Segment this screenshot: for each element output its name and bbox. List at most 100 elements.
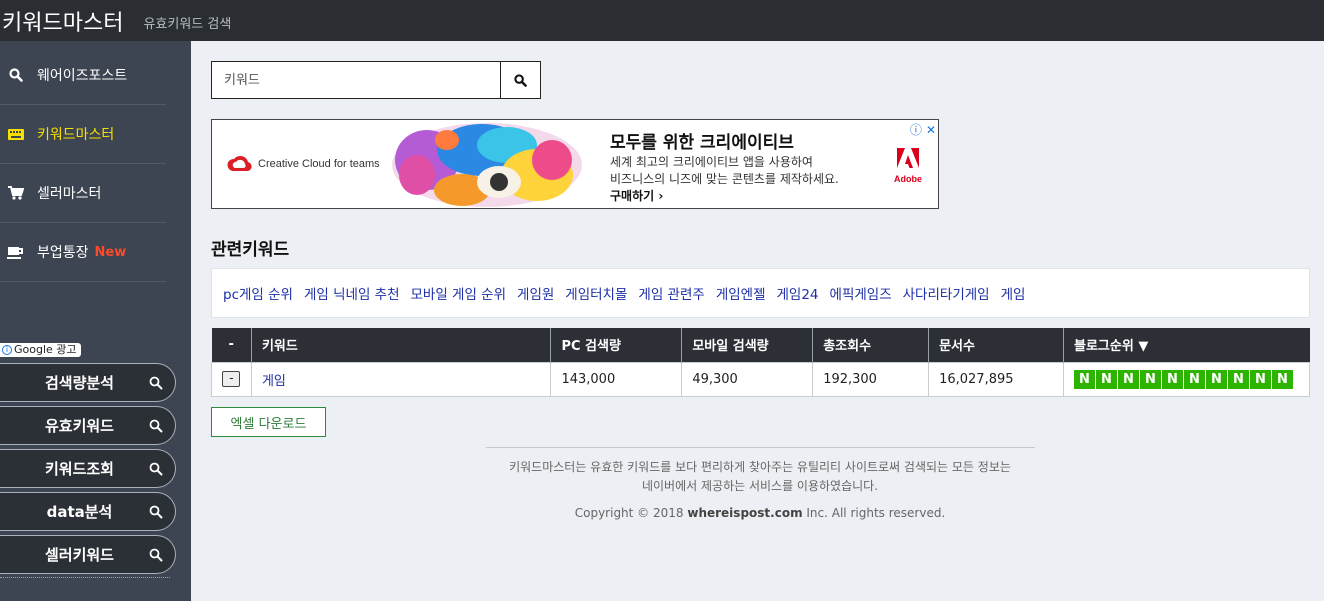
pill-label: data분석 <box>46 503 113 521</box>
pill-seller-keyword[interactable]: 셀러키워드 <box>0 535 176 574</box>
copyright-site-link[interactable]: whereispost.com <box>687 506 802 520</box>
excel-download-button[interactable]: 엑셀 다운로드 <box>211 407 326 437</box>
search-icon <box>6 68 26 82</box>
pc-volume-cell: 143,000 <box>550 361 683 397</box>
pill-data-analysis[interactable]: data분석 <box>0 492 176 531</box>
ad-body-line: 세계 최고의 크리에이티브 앱을 사용하여 <box>610 155 813 169</box>
ad-buy-link[interactable]: 구매하기 › <box>610 187 663 204</box>
column-header-blog-rank[interactable]: 블로그순위 ▼ <box>1063 328 1310 362</box>
search-button[interactable] <box>500 62 540 98</box>
blog-rank-cell: N N N N N N N N N N <box>1063 361 1310 397</box>
related-keyword-link[interactable]: 사다리타기게임 <box>903 283 990 303</box>
column-header[interactable]: PC 검색량 <box>550 328 683 362</box>
search-icon <box>149 376 163 389</box>
sidebar-item-label: 부업통장 <box>37 245 89 261</box>
footer-divider <box>486 447 1035 448</box>
pill-label: 키워드조회 <box>44 460 114 478</box>
pill-label: 검색량분석 <box>44 374 114 392</box>
sidebar: 웨어이즈포스트 키워드마스터 셀러마스터 부업통장 New i Google 광… <box>0 41 191 601</box>
blog-rank-badges: N N N N N N N N N N <box>1074 369 1309 389</box>
total-volume-cell: 192,300 <box>812 361 930 397</box>
ad-body-line: 비즈니스의 니즈에 맞는 콘텐츠를 제작하세요. <box>610 172 839 186</box>
related-keyword-link[interactable]: 게임 관련주 <box>638 283 704 303</box>
top-bar: 키워드마스터 유효키워드 검색 <box>0 0 1324 41</box>
mobile-volume-cell: 49,300 <box>681 361 814 397</box>
search-icon <box>149 462 163 475</box>
google-ad-badge[interactable]: i Google 광고 <box>0 343 81 357</box>
copyright-suffix: Inc. All rights reserved. <box>802 506 946 520</box>
creative-cloud-icon <box>227 155 252 172</box>
new-badge: New <box>94 244 127 260</box>
related-keywords-list: pc게임 순위 게임 닉네임 추천 모바일 게임 순위 게임원 게임터치몰 게임… <box>211 268 1310 318</box>
sidebar-item-label: 웨어이즈포스트 <box>37 68 128 84</box>
adobe-icon <box>897 148 919 168</box>
copyright: Copyright © 2018 whereispost.com Inc. Al… <box>440 506 1080 520</box>
column-header[interactable]: 모바일 검색량 <box>681 328 814 362</box>
keyboard-icon <box>6 128 26 140</box>
search-icon <box>149 419 163 432</box>
pill-search-volume-analysis[interactable]: 검색량분석 <box>0 363 176 402</box>
related-keyword-link[interactable]: 게임원 <box>517 283 554 303</box>
related-keyword-link[interactable]: 게임24 <box>777 283 819 303</box>
adobe-logo: Adobe <box>894 148 922 184</box>
sidebar-divider <box>0 577 170 578</box>
pill-label: 셀러키워드 <box>44 546 114 564</box>
search-icon <box>514 73 527 87</box>
related-keyword-link[interactable]: 게임터치몰 <box>565 283 627 303</box>
creative-cloud-logo: Creative Cloud for teams <box>226 154 380 174</box>
creative-cloud-text: Creative Cloud for teams <box>258 158 380 170</box>
keyword-table: - 키워드 PC 검색량 모바일 검색량 총조회수 문서수 블로그순위 ▼ - … <box>211 328 1310 397</box>
related-keyword-link[interactable]: 게임 <box>1001 283 1026 303</box>
sidebar-item-label: 셀러마스터 <box>37 186 102 202</box>
search-icon <box>149 505 163 518</box>
naver-blog-badge[interactable]: N <box>1140 369 1161 389</box>
column-header[interactable]: 문서수 <box>928 328 1064 362</box>
sidebar-item-label: 키워드마스터 <box>37 127 115 143</box>
adobe-text: Adobe <box>894 174 922 184</box>
related-keyword-link[interactable]: 게임엔젤 <box>716 283 766 303</box>
ad-choices[interactable]: ⓘ ✕ <box>910 121 936 138</box>
naver-blog-badge[interactable]: N <box>1206 369 1227 389</box>
naver-blog-badge[interactable]: N <box>1162 369 1183 389</box>
column-header[interactable]: 키워드 <box>251 328 552 362</box>
brand-title[interactable]: 키워드마스터 <box>2 5 123 37</box>
naver-blog-badge[interactable]: N <box>1074 369 1095 389</box>
copyright-prefix: Copyright © 2018 <box>574 506 688 520</box>
keyword-search-box <box>211 61 541 99</box>
related-keyword-link[interactable]: 게임 닉네임 추천 <box>304 283 400 303</box>
coffee-cup-icon <box>6 246 26 259</box>
collapse-button[interactable]: - <box>222 371 241 387</box>
close-icon[interactable]: ✕ <box>926 123 936 137</box>
footer-description: 키워드마스터는 유효한 키워드를 보다 편리하게 찾아주는 유틸리티 사이트로써… <box>440 458 1080 496</box>
ad-banner[interactable]: Creative Cloud for teams 모두를 위한 크리에이티브 세… <box>211 119 939 209</box>
sidebar-item-keywordmaster[interactable]: 키워드마스터 <box>0 105 166 164</box>
sidebar-item-side-job[interactable]: 부업통장 New <box>0 223 166 282</box>
table-cell: 게임 <box>250 361 552 397</box>
info-icon[interactable]: ⓘ <box>910 121 922 138</box>
naver-blog-badge[interactable]: N <box>1272 369 1293 389</box>
footer-line: 네이버에서 제공하는 서비스를 이용하였습니다. <box>641 479 879 493</box>
related-keyword-link[interactable]: pc게임 순위 <box>223 283 293 303</box>
column-header[interactable]: 총조회수 <box>812 328 930 362</box>
naver-blog-badge[interactable]: N <box>1118 369 1139 389</box>
ad-artwork-image <box>392 123 582 207</box>
naver-blog-badge[interactable]: N <box>1096 369 1117 389</box>
naver-blog-badge[interactable]: N <box>1250 369 1271 389</box>
keyword-link[interactable]: 게임 <box>262 374 286 389</box>
doc-count-cell: 16,027,895 <box>928 361 1064 397</box>
related-keyword-link[interactable]: 모바일 게임 순위 <box>411 283 507 303</box>
pill-keyword-lookup[interactable]: 키워드조회 <box>0 449 176 488</box>
naver-blog-badge[interactable]: N <box>1228 369 1249 389</box>
ad-body: 세계 최고의 크리에이티브 앱을 사용하여 비즈니스의 니즈에 맞는 콘텐츠를 … <box>610 154 839 188</box>
column-header[interactable]: - <box>211 328 252 362</box>
search-icon <box>149 548 163 561</box>
pill-valid-keyword[interactable]: 유효키워드 <box>0 406 176 445</box>
sidebar-item-whereispost[interactable]: 웨어이즈포스트 <box>0 46 166 105</box>
keyword-search-input[interactable] <box>212 62 500 98</box>
table-header-row: - 키워드 PC 검색량 모바일 검색량 총조회수 문서수 블로그순위 ▼ <box>211 328 1310 362</box>
sidebar-item-sellermaster[interactable]: 셀러마스터 <box>0 164 166 223</box>
naver-blog-badge[interactable]: N <box>1184 369 1205 389</box>
related-keyword-link[interactable]: 에픽게임즈 <box>830 283 892 303</box>
table-row: - 게임 143,000 49,300 192,300 16,027,895 N… <box>211 361 1310 397</box>
table-cell: - <box>211 361 252 397</box>
